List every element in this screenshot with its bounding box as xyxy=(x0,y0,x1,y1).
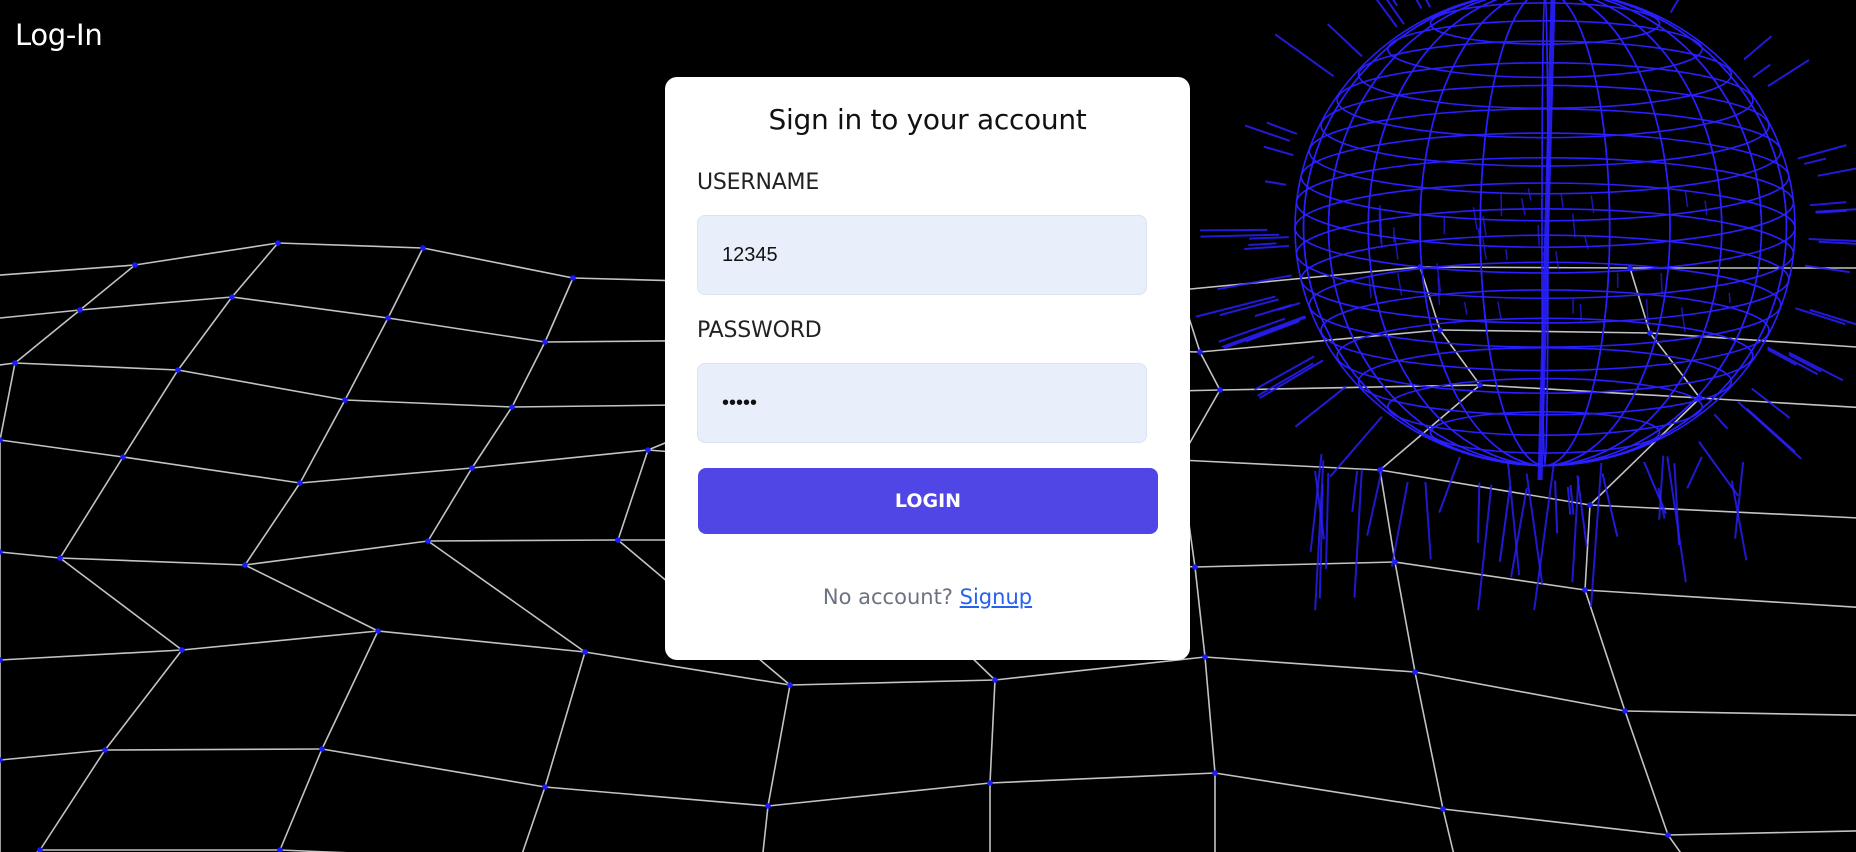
wireframe-globe xyxy=(1195,0,1856,611)
no-account-text: No account? xyxy=(822,585,953,609)
username-label: USERNAME xyxy=(697,170,820,195)
login-card: Sign in to your account USERNAME PASSWOR… xyxy=(665,77,1190,660)
password-input[interactable] xyxy=(697,363,1147,443)
signup-link[interactable]: Signup xyxy=(960,585,1032,609)
page-title: Log-In xyxy=(15,18,103,52)
signup-prompt: No account? Signup xyxy=(665,585,1190,609)
login-button[interactable]: LOGIN xyxy=(698,468,1158,534)
username-input[interactable] xyxy=(697,215,1147,295)
login-heading: Sign in to your account xyxy=(768,103,1087,136)
password-label: PASSWORD xyxy=(697,318,822,343)
